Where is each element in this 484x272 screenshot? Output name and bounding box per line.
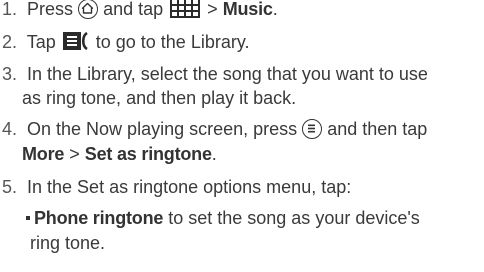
library-icon	[62, 31, 89, 56]
step-text: to go to the Library.	[95, 32, 250, 52]
step-number: 5.	[2, 177, 18, 197]
step-text: and tap	[103, 0, 164, 19]
step-3-continued: as ring tone, and then play it back.	[22, 88, 297, 108]
step-text: Tap	[26, 32, 56, 52]
step-3: 3. In the Library, select the song that …	[2, 62, 428, 86]
step-text: and then tap	[327, 119, 428, 139]
breadcrumb-arrow: >	[207, 0, 218, 19]
bullet-icon	[26, 216, 30, 220]
set-as-ringtone-label: Set as ringtone	[84, 144, 212, 164]
more-label: More	[22, 144, 65, 164]
menu-icon	[302, 119, 323, 139]
step-5: 5. In the Set as ringtone options menu, …	[2, 175, 351, 199]
home-icon	[78, 0, 99, 19]
step-number: 4.	[2, 119, 18, 139]
step-1: 1. Press and tap > Music.	[2, 0, 278, 24]
step-4-continued: More > Set as ringtone.	[22, 142, 217, 166]
step-2: 2. Tap to go to the Library.	[2, 30, 250, 56]
step-text: Press	[27, 0, 74, 19]
step-text: In the Library, select the song that you…	[27, 64, 428, 84]
step-text: In the Set as ringtone options menu, tap…	[27, 177, 352, 197]
sub-item-phone-ringtone: Phone ringtone to set the song as your d…	[22, 206, 420, 230]
all-apps-grid-icon	[170, 0, 201, 24]
step-number: 2.	[2, 32, 18, 52]
breadcrumb-arrow: >	[69, 144, 80, 164]
step-4: 4. On the Now playing screen, press and …	[2, 117, 427, 141]
step-number: 3.	[2, 64, 18, 84]
music-label: Music	[222, 0, 273, 19]
step-text: .	[211, 144, 217, 164]
sub-item-text: to set the song as your device's	[168, 208, 420, 228]
phone-ringtone-label: Phone ringtone	[34, 208, 164, 228]
step-number: 1.	[2, 0, 18, 19]
sub-item-continued: ring tone.	[30, 233, 106, 253]
step-text: .	[272, 0, 278, 19]
step-text: On the Now playing screen, press	[27, 119, 298, 139]
